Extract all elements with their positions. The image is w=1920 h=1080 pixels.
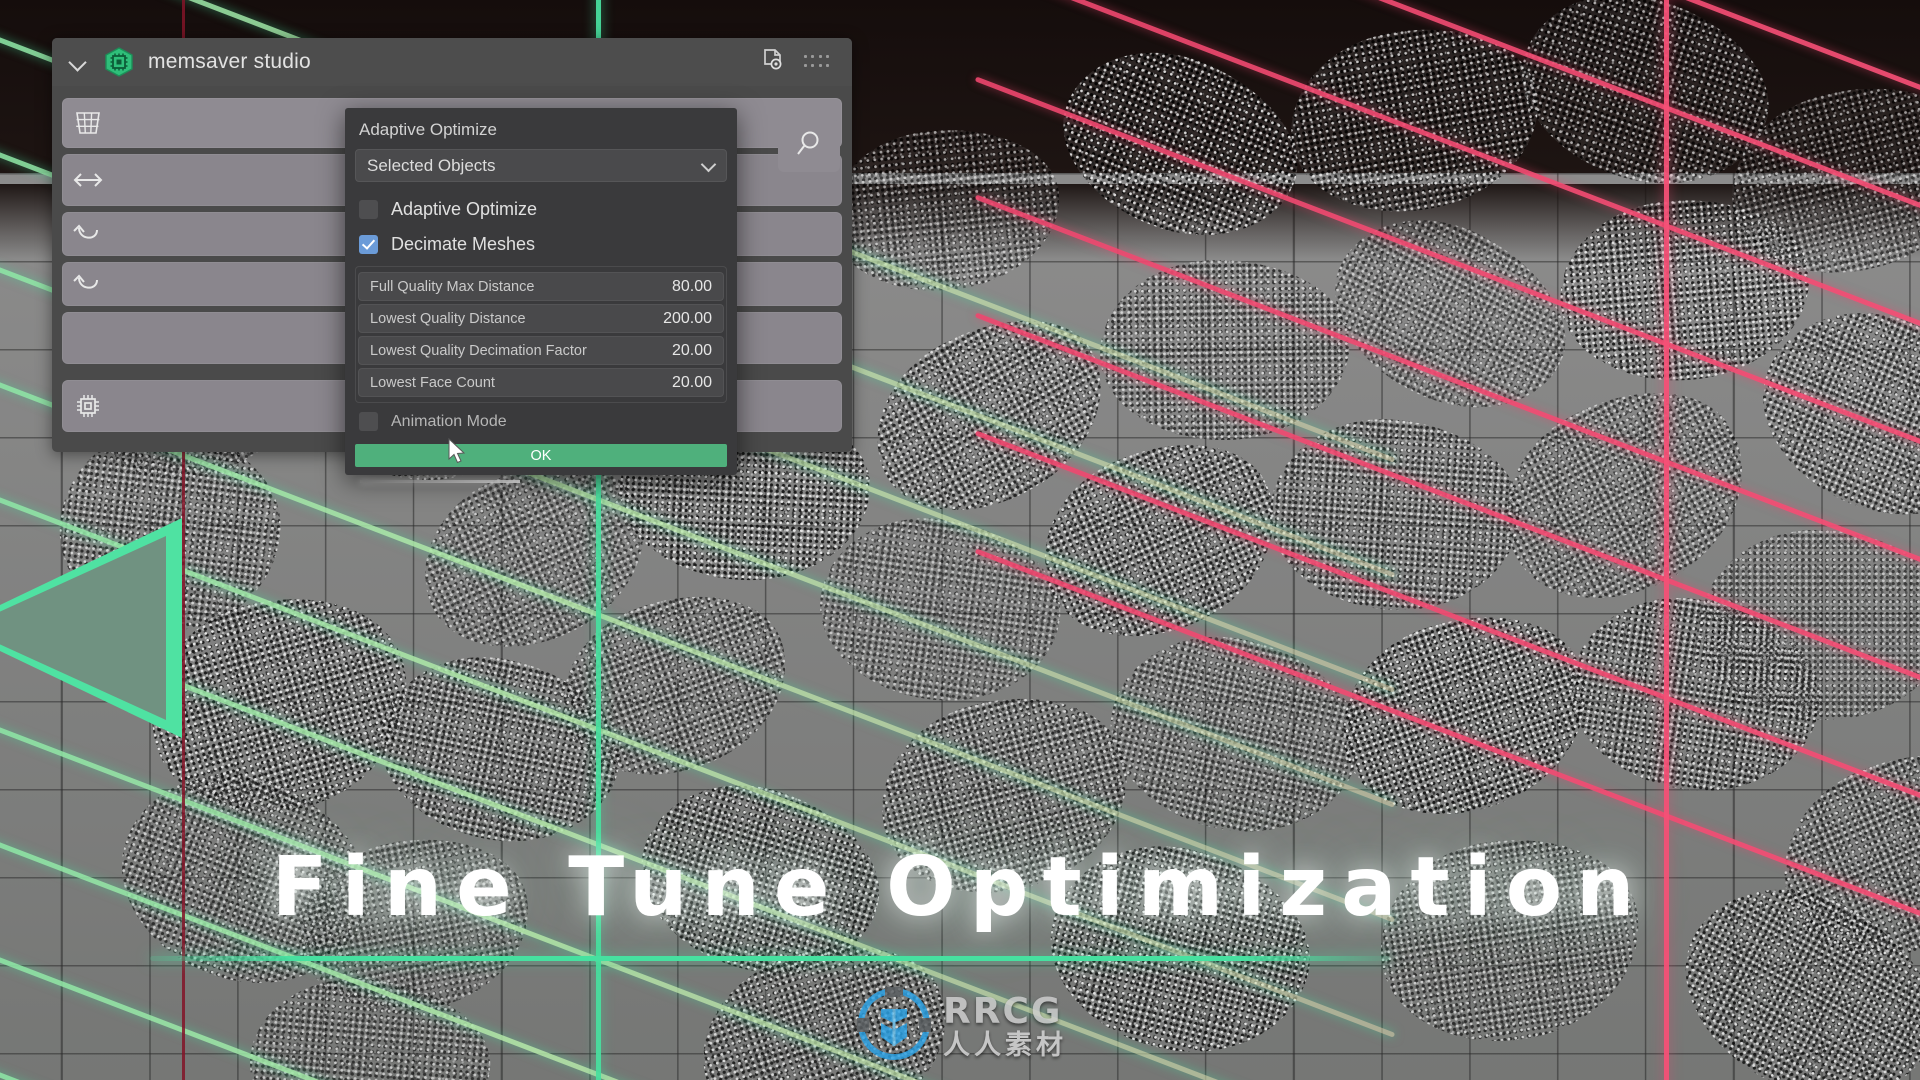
watermark: RRCG 人人素材 [855,985,1067,1068]
scope-select[interactable]: Selected Objects [355,149,727,182]
chevron-down-icon[interactable] [68,51,90,73]
screen: memsaver studio Adaptive Optimize Select… [0,0,1920,1080]
chevron-down-icon [702,159,715,172]
mesh-grid-icon [62,109,114,137]
adaptive-optimize-dialog: Adaptive Optimize Selected Objects Adapt… [345,108,737,475]
checkbox-box[interactable] [359,200,378,219]
field-value: 20.00 [671,341,712,359]
arrows-horizontal-icon [62,169,114,191]
checkbox-label: Decimate Meshes [391,234,536,254]
undo-arrow-icon [62,271,114,297]
checkbox-animation-mode[interactable]: Animation Mode [345,405,737,438]
field-value: 200.00 [663,309,712,327]
chip-icon [103,46,135,78]
field-value: 20.00 [671,373,712,391]
field-label: Lowest Quality Distance [370,310,526,327]
drag-grip-icon[interactable] [804,55,830,69]
document-gear-icon[interactable] [760,47,786,78]
chip-outline-icon [62,391,114,421]
panel-title-label: memsaver studio [148,50,311,73]
watermark-latin: RRCG [943,991,1063,1032]
ok-button[interactable]: OK [355,444,727,467]
panel-title-bar[interactable]: memsaver studio [52,38,852,86]
measurement-tick [360,480,520,483]
watermark-cjk: 人人素材 [943,1030,1067,1061]
checkbox-adaptive-optimize[interactable]: Adaptive Optimize [345,192,737,227]
magnifier-icon [794,129,824,164]
field-label: Lowest Face Count [370,374,495,391]
field-value: 80.00 [671,277,712,295]
checkbox-label: Adaptive Optimize [391,199,538,219]
undo-arrow-icon [62,221,114,247]
scope-select-value: Selected Objects [367,155,496,175]
field-full-quality-max-distance[interactable]: Full Quality Max Distance 80.00 [358,272,724,301]
field-lowest-quality-distance[interactable]: Lowest Quality Distance 200.00 [358,304,724,333]
search-button[interactable] [778,120,840,172]
decimation-settings-group: Full Quality Max Distance 80.00 Lowest Q… [355,266,727,403]
title-underline [150,956,1390,961]
checkbox-box[interactable] [359,235,378,254]
field-lowest-quality-decimation-factor[interactable]: Lowest Quality Decimation Factor 20.00 [358,336,724,365]
field-label: Full Quality Max Distance [370,278,535,295]
field-lowest-face-count[interactable]: Lowest Face Count 20.00 [358,368,724,397]
checkbox-box[interactable] [359,412,378,431]
page-title: Fine Tune Optimization [271,840,1649,935]
rrcg-shield-icon [855,985,933,1068]
dialog-title: Adaptive Optimize [359,120,497,139]
checkbox-decimate-meshes[interactable]: Decimate Meshes [345,227,737,262]
field-label: Lowest Quality Decimation Factor [370,342,587,359]
checkbox-label: Animation Mode [391,412,507,430]
